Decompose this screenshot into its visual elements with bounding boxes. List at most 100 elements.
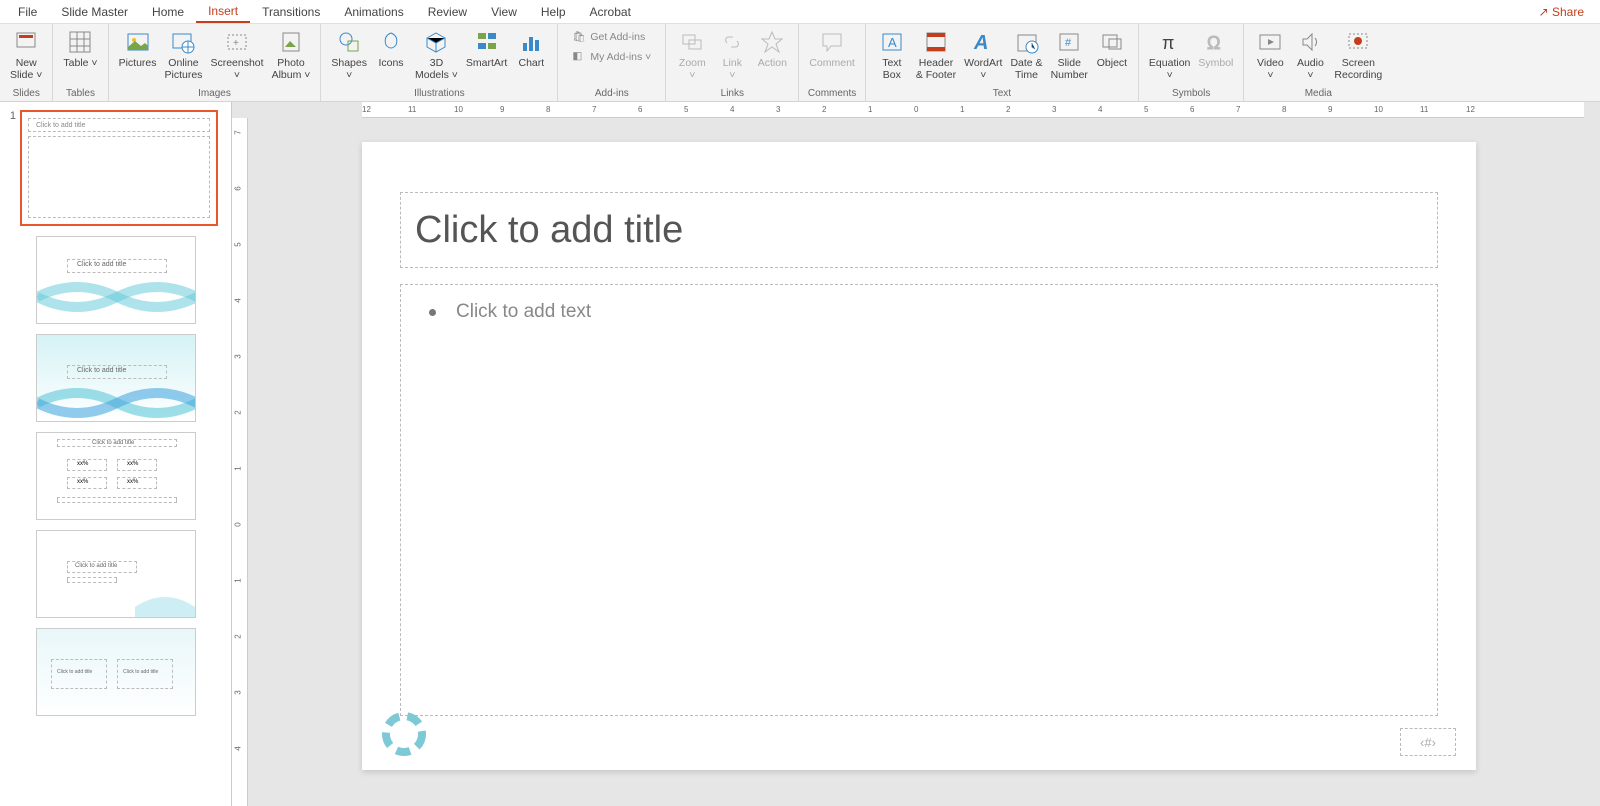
workspace: 1 Click to add title Click to add title … <box>0 102 1600 806</box>
title-placeholder-text: Click to add title <box>415 209 683 252</box>
share-button[interactable]: ↗ Share <box>1529 2 1594 22</box>
store-icon: 🛍 <box>572 30 586 44</box>
tab-transitions[interactable]: Transitions <box>250 2 332 22</box>
3d-models-icon <box>422 28 450 56</box>
group-addins-label: Add-ins <box>595 86 629 101</box>
3d-models-button[interactable]: 3D Models ˅ <box>411 26 462 83</box>
thumb-2-title: Click to add title <box>77 261 126 268</box>
group-comments: Comment Comments <box>799 24 866 101</box>
slide-number-icon: # <box>1055 28 1083 56</box>
video-button[interactable]: Video ˅ <box>1250 26 1290 83</box>
icons-icon <box>377 28 405 56</box>
equation-icon: π <box>1156 28 1184 56</box>
audio-icon <box>1296 28 1324 56</box>
chart-label: Chart <box>518 57 544 69</box>
object-icon <box>1098 28 1126 56</box>
tab-animations[interactable]: Animations <box>332 2 415 22</box>
wave-decoration-icon <box>37 277 196 317</box>
table-button[interactable]: Table ˅ <box>59 26 101 71</box>
symbol-icon: Ω <box>1202 28 1230 56</box>
wave-decoration-icon <box>37 383 196 422</box>
pictures-label: Pictures <box>119 57 157 69</box>
thumbnail-5[interactable]: Click to add title <box>36 530 196 618</box>
thumb-4-cell: xx% <box>127 461 138 467</box>
slide-canvas[interactable]: Click to add title Click to add text ‹#› <box>362 142 1476 770</box>
equation-button[interactable]: πEquation ˅ <box>1145 26 1194 83</box>
pictures-icon <box>124 28 152 56</box>
group-text: AText Box Header & Footer AWordArt ˅ Dat… <box>866 24 1139 101</box>
online-pictures-button[interactable]: Online Pictures <box>161 26 207 83</box>
photo-album-button[interactable]: Photo Album ˅ <box>268 26 315 83</box>
action-icon <box>758 28 786 56</box>
header-footer-button[interactable]: Header & Footer <box>912 26 960 83</box>
tab-home[interactable]: Home <box>140 2 196 22</box>
thumb-4-cell: xx% <box>127 479 138 485</box>
link-button[interactable]: Link ˅ <box>712 26 752 83</box>
group-symbols: πEquation ˅ ΩSymbol Symbols <box>1139 24 1244 101</box>
thumbnail-3[interactable]: Click to add title <box>36 334 196 422</box>
get-addins-label: Get Add-ins <box>590 31 645 43</box>
smartart-label: SmartArt <box>466 57 507 69</box>
header-footer-icon <box>922 28 950 56</box>
tab-file[interactable]: File <box>6 2 49 22</box>
link-icon <box>718 28 746 56</box>
screen-recording-button[interactable]: Screen Recording <box>1330 26 1386 83</box>
slide-number-label: Slide Number <box>1051 57 1088 81</box>
page-number-placeholder[interactable]: ‹#› <box>1400 728 1456 756</box>
date-time-button[interactable]: Date & Time <box>1006 26 1046 83</box>
smartart-button[interactable]: SmartArt <box>462 26 511 71</box>
thumbnail-4[interactable]: Click to add title xx% xx% xx% xx% <box>36 432 196 520</box>
tab-acrobat[interactable]: Acrobat <box>578 2 643 22</box>
tab-view[interactable]: View <box>479 2 529 22</box>
template-logo-icon <box>382 712 426 756</box>
page-number-text: ‹#› <box>1420 735 1436 750</box>
icons-button[interactable]: Icons <box>371 26 411 71</box>
title-placeholder[interactable]: Click to add title <box>400 192 1438 268</box>
tab-slide-master[interactable]: Slide Master <box>49 2 140 22</box>
get-addins-button[interactable]: 🛍 Get Add-ins <box>568 28 655 46</box>
photo-album-label: Photo Album ˅ <box>272 57 311 81</box>
shapes-button[interactable]: Shapes ˅ <box>327 26 371 83</box>
equation-label: Equation ˅ <box>1149 57 1190 81</box>
chart-button[interactable]: Chart <box>511 26 551 71</box>
thumbnail-2[interactable]: Click to add title <box>36 236 196 324</box>
group-media-label: Media <box>1305 86 1332 101</box>
group-images-label: Images <box>198 86 231 101</box>
svg-text:A: A <box>973 32 988 54</box>
shapes-label: Shapes ˅ <box>331 57 367 81</box>
symbol-button[interactable]: ΩSymbol <box>1194 26 1237 71</box>
wordart-icon: A <box>969 28 997 56</box>
object-button[interactable]: Object <box>1092 26 1132 71</box>
thumb-1-title: Click to add title <box>36 122 85 129</box>
action-label: Action <box>758 57 787 69</box>
body-placeholder[interactable]: Click to add text <box>400 284 1438 716</box>
share-label: Share <box>1552 5 1584 19</box>
tab-insert[interactable]: Insert <box>196 1 250 23</box>
audio-label: Audio ˅ <box>1297 57 1324 81</box>
thumbnail-6[interactable]: Click to add title Click to add title <box>36 628 196 716</box>
zoom-button[interactable]: Zoom ˅ <box>672 26 712 83</box>
group-illustrations-label: Illustrations <box>414 86 465 101</box>
ribbon: New Slide ˅ Slides Table ˅ Tables Pictur… <box>0 24 1600 102</box>
online-pictures-label: Online Pictures <box>165 57 203 81</box>
zoom-label: Zoom ˅ <box>679 57 706 81</box>
action-button[interactable]: Action <box>752 26 792 71</box>
thumb-5-title: Click to add title <box>75 563 117 569</box>
tab-help[interactable]: Help <box>529 2 578 22</box>
thumbnail-1[interactable]: Click to add title <box>20 110 218 226</box>
new-slide-button[interactable]: New Slide ˅ <box>6 26 46 83</box>
group-slides-label: Slides <box>13 86 40 101</box>
group-symbols-label: Symbols <box>1172 86 1210 101</box>
audio-button[interactable]: Audio ˅ <box>1290 26 1330 83</box>
tab-review[interactable]: Review <box>416 2 479 22</box>
text-box-button[interactable]: AText Box <box>872 26 912 83</box>
symbol-label: Symbol <box>1198 57 1233 69</box>
pictures-button[interactable]: Pictures <box>115 26 161 71</box>
comment-button[interactable]: Comment <box>805 26 859 71</box>
slide-number-button[interactable]: #Slide Number <box>1047 26 1092 83</box>
my-addins-button[interactable]: ◧My Add-ins ˅ <box>568 48 655 66</box>
group-links-label: Links <box>721 86 744 101</box>
table-label: Table ˅ <box>63 57 97 69</box>
screenshot-button[interactable]: + Screenshot ˅ <box>206 26 267 83</box>
wordart-button[interactable]: AWordArt ˅ <box>960 26 1006 83</box>
